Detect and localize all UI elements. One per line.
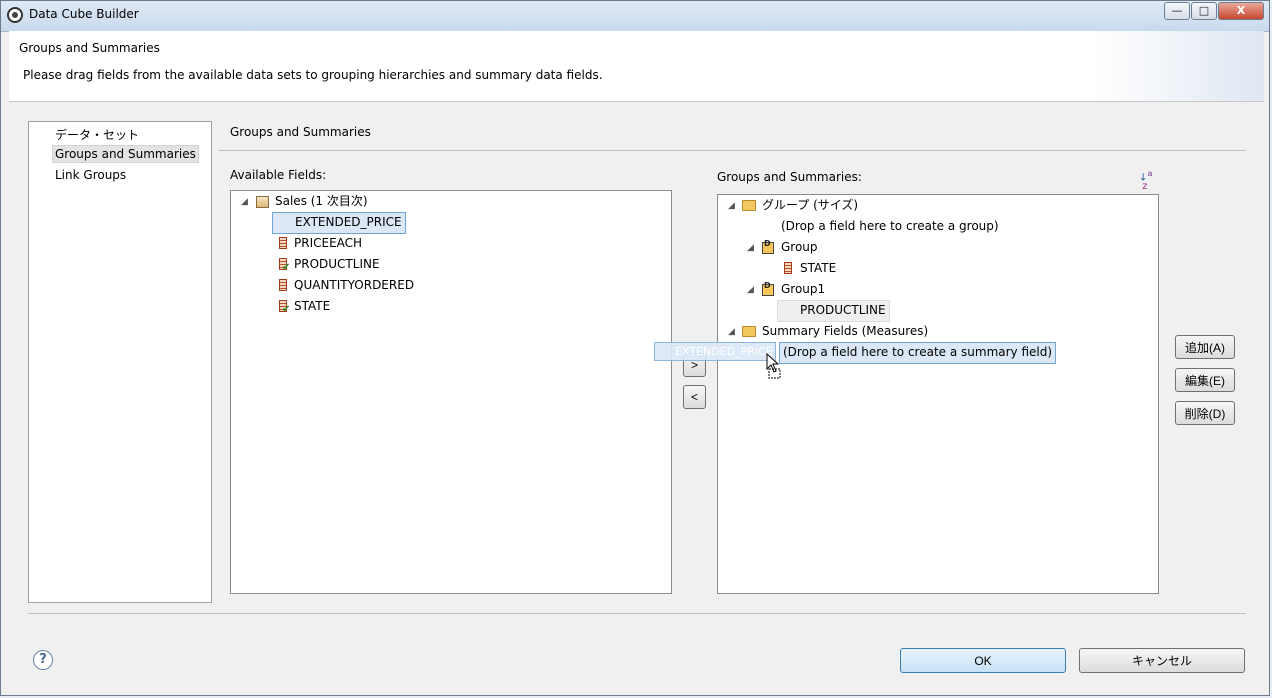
- expand-arrow-icon[interactable]: ◢: [728, 201, 735, 211]
- navigation-panel: データ・セット Groups and Summaries Link Groups: [28, 121, 212, 603]
- groups-summaries-tree[interactable]: ◢ グループ (サイズ) (Drop a field here to creat…: [717, 194, 1159, 594]
- drag-cursor-icon: [766, 353, 781, 379]
- header-banner: Groups and Summaries Please drag fields …: [9, 31, 1264, 102]
- expand-arrow-icon[interactable]: ◢: [747, 243, 754, 253]
- field-icon: [279, 279, 287, 291]
- drop-target-summary[interactable]: (Drop a field here to create a summary f…: [779, 342, 1057, 364]
- tree-node-field[interactable]: PRICEEACH: [294, 233, 362, 253]
- window-title: Data Cube Builder: [29, 7, 139, 21]
- nav-item-datasets[interactable]: データ・セット: [52, 124, 142, 145]
- dimension-group-icon: [762, 239, 774, 254]
- field-icon: [279, 237, 287, 249]
- dialog-window: Data Cube Builder — □ X Groups and Summa…: [0, 0, 1270, 696]
- tree-node-dataset[interactable]: Sales (1 次目次): [275, 191, 368, 211]
- close-button[interactable]: X: [1218, 2, 1264, 20]
- field-icon: [784, 262, 792, 274]
- expand-arrow-icon[interactable]: ◢: [728, 327, 735, 337]
- tree-node-field[interactable]: QUANTITYORDERED: [294, 275, 414, 295]
- cancel-button[interactable]: キャンセル: [1079, 648, 1245, 673]
- title-bar: Data Cube Builder — □ X: [1, 1, 1269, 32]
- available-fields-tree[interactable]: ◢ Sales (1 次目次) EXTENDED_PRICE PRICEEACH…: [230, 190, 672, 594]
- app-icon: [7, 7, 23, 23]
- page-title: Groups and Summaries: [19, 41, 160, 55]
- check-icon: ✔: [282, 262, 291, 273]
- check-icon: ✔: [282, 304, 291, 315]
- footer-separator: [28, 613, 1246, 614]
- tree-node-group[interactable]: Group1: [781, 279, 825, 299]
- edit-button[interactable]: 編集(E): [1175, 368, 1235, 392]
- ok-button[interactable]: OK: [900, 648, 1066, 673]
- available-fields-label: Available Fields:: [230, 168, 327, 182]
- tree-node-group[interactable]: Group: [781, 237, 818, 257]
- section-separator: [219, 150, 1246, 151]
- dimension-group-icon: [762, 281, 774, 296]
- expand-arrow-icon[interactable]: ◢: [241, 197, 248, 207]
- banner-gradient: [1094, 31, 1264, 101]
- nav-item-groups-summaries[interactable]: Groups and Summaries: [52, 145, 199, 163]
- help-icon[interactable]: ?: [33, 650, 53, 670]
- add-button[interactable]: 追加(A): [1175, 335, 1235, 359]
- page-description: Please drag fields from the available da…: [23, 68, 603, 82]
- section-title: Groups and Summaries: [230, 125, 371, 139]
- tree-node-field[interactable]: STATE: [294, 296, 330, 316]
- drag-preview: EXTENDED_PRICE: [654, 342, 776, 361]
- drop-target-group[interactable]: (Drop a field here to create a group): [781, 216, 999, 236]
- expand-arrow-icon[interactable]: ◢: [747, 285, 754, 295]
- folder-icon: [742, 200, 756, 211]
- tree-node-level[interactable]: STATE: [800, 258, 836, 278]
- tree-node-field[interactable]: EXTENDED_PRICE: [272, 212, 406, 234]
- tree-node-dimension[interactable]: グループ (サイズ): [762, 195, 858, 215]
- remove-from-group-button[interactable]: <: [683, 385, 706, 409]
- sort-az-icon[interactable]: ↓a z: [1139, 169, 1153, 192]
- minimize-button[interactable]: —: [1164, 2, 1190, 20]
- tree-node-field[interactable]: PRODUCTLINE: [294, 254, 380, 274]
- tree-node-summary-fields[interactable]: Summary Fields (Measures): [762, 321, 928, 341]
- nav-item-link-groups[interactable]: Link Groups: [52, 166, 129, 184]
- tree-node-level[interactable]: PRODUCTLINE: [777, 300, 890, 322]
- delete-button[interactable]: 削除(D): [1175, 401, 1235, 425]
- measure-folder-icon: [742, 326, 756, 337]
- dataset-icon: [256, 196, 269, 208]
- maximize-button[interactable]: □: [1191, 2, 1217, 20]
- groups-summaries-label: Groups and Summaries:: [717, 170, 862, 184]
